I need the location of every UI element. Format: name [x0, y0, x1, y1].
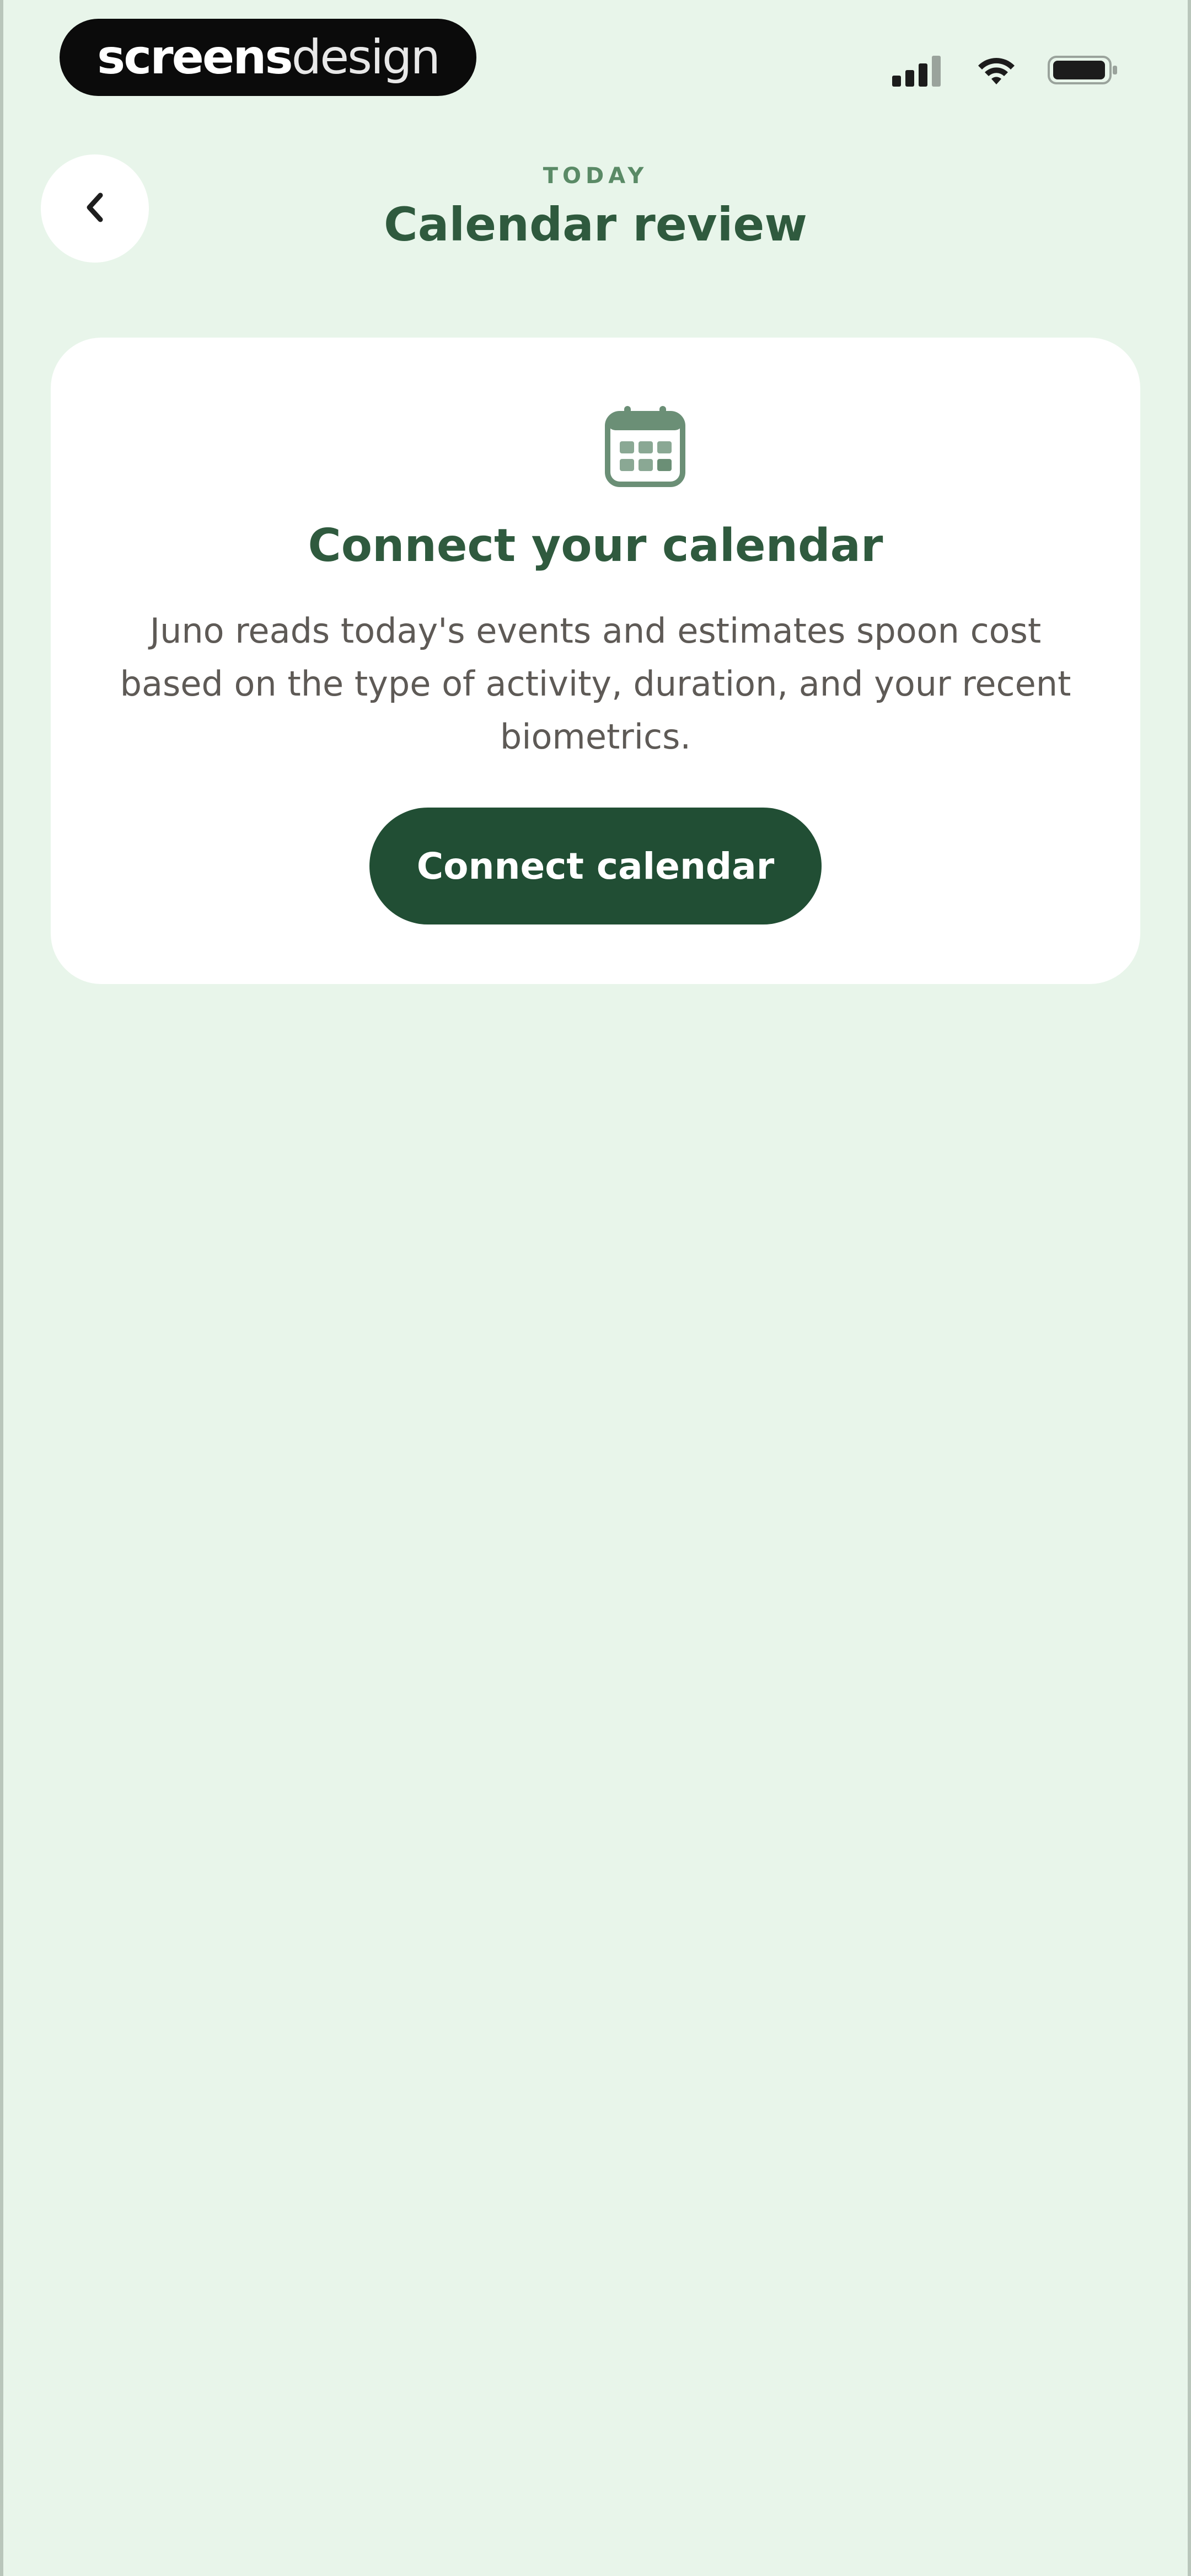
battery-icon: [1048, 54, 1119, 87]
page-title: Calendar review: [384, 197, 807, 252]
brand-watermark: screens design: [60, 19, 476, 96]
brand-light-text: design: [291, 30, 441, 85]
calendar-icon: [601, 403, 689, 491]
card-title: Connect your calendar: [308, 520, 883, 572]
wifi-icon: [977, 54, 1016, 87]
signal-icon: [892, 54, 945, 87]
connect-calendar-card: Connect your calendar Juno reads today's…: [51, 338, 1140, 984]
header-overline: TODAY: [543, 163, 648, 189]
status-icons: [892, 51, 1119, 89]
status-bar: screens design: [0, 0, 1191, 121]
connect-calendar-button[interactable]: Connect calendar: [369, 808, 822, 924]
brand-bold-text: screens: [97, 30, 293, 85]
card-description: Juno reads today's events and estimates …: [120, 611, 1071, 757]
